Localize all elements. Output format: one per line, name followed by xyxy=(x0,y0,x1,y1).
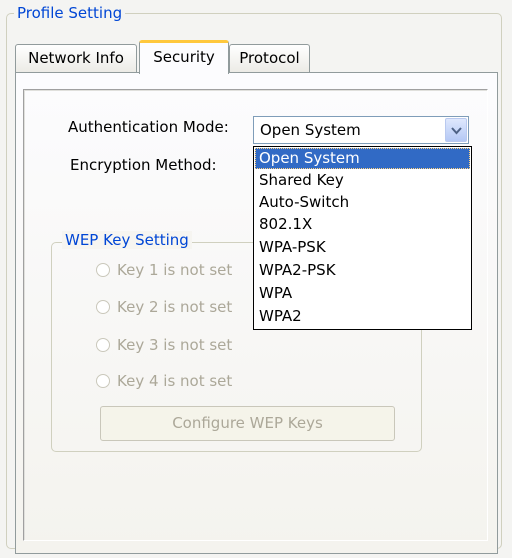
tab-security[interactable]: Security xyxy=(139,40,229,74)
dropdown-option-wpa[interactable]: WPA xyxy=(255,283,470,304)
dropdown-option-wpa-psk[interactable]: WPA-PSK xyxy=(255,237,470,258)
key-3-label: Key 3 is not set xyxy=(117,336,233,354)
configure-wep-keys-button[interactable]: Configure WEP Keys xyxy=(100,406,395,441)
profile-setting-title: Profile Setting xyxy=(14,4,126,22)
key-3-radio[interactable] xyxy=(96,338,110,352)
wep-key-setting-title: WEP Key Setting xyxy=(62,231,192,249)
tab-protocol[interactable]: Protocol xyxy=(229,44,310,72)
authentication-mode-dropdown: Open System Shared Key Auto-Switch 802.1… xyxy=(253,146,472,330)
dropdown-option-wpa2[interactable]: WPA2 xyxy=(255,306,470,327)
dropdown-option-auto-switch[interactable]: Auto-Switch xyxy=(255,192,470,213)
dropdown-arrow-button[interactable] xyxy=(445,118,467,142)
key-2-label: Key 2 is not set xyxy=(117,298,233,316)
key-4-radio[interactable] xyxy=(96,374,110,388)
authentication-mode-select[interactable]: Open System xyxy=(253,116,469,144)
key-2-radio[interactable] xyxy=(96,300,110,314)
dropdown-option-wpa2-psk[interactable]: WPA2-PSK xyxy=(255,260,470,281)
authentication-mode-label: Authentication Mode: xyxy=(68,118,229,136)
dropdown-option-open-system[interactable]: Open System xyxy=(255,148,470,169)
tab-network-info[interactable]: Network Info xyxy=(15,44,137,72)
dropdown-option-shared-key[interactable]: Shared Key xyxy=(255,170,470,191)
chevron-down-icon xyxy=(451,127,462,135)
encryption-method-label: Encryption Method: xyxy=(70,156,217,174)
authentication-mode-value: Open System xyxy=(260,121,361,139)
key-1-label: Key 1 is not set xyxy=(117,261,233,279)
dropdown-option-802-1x[interactable]: 802.1X xyxy=(255,214,470,235)
key-4-label: Key 4 is not set xyxy=(117,372,233,390)
key-1-radio[interactable] xyxy=(96,263,110,277)
